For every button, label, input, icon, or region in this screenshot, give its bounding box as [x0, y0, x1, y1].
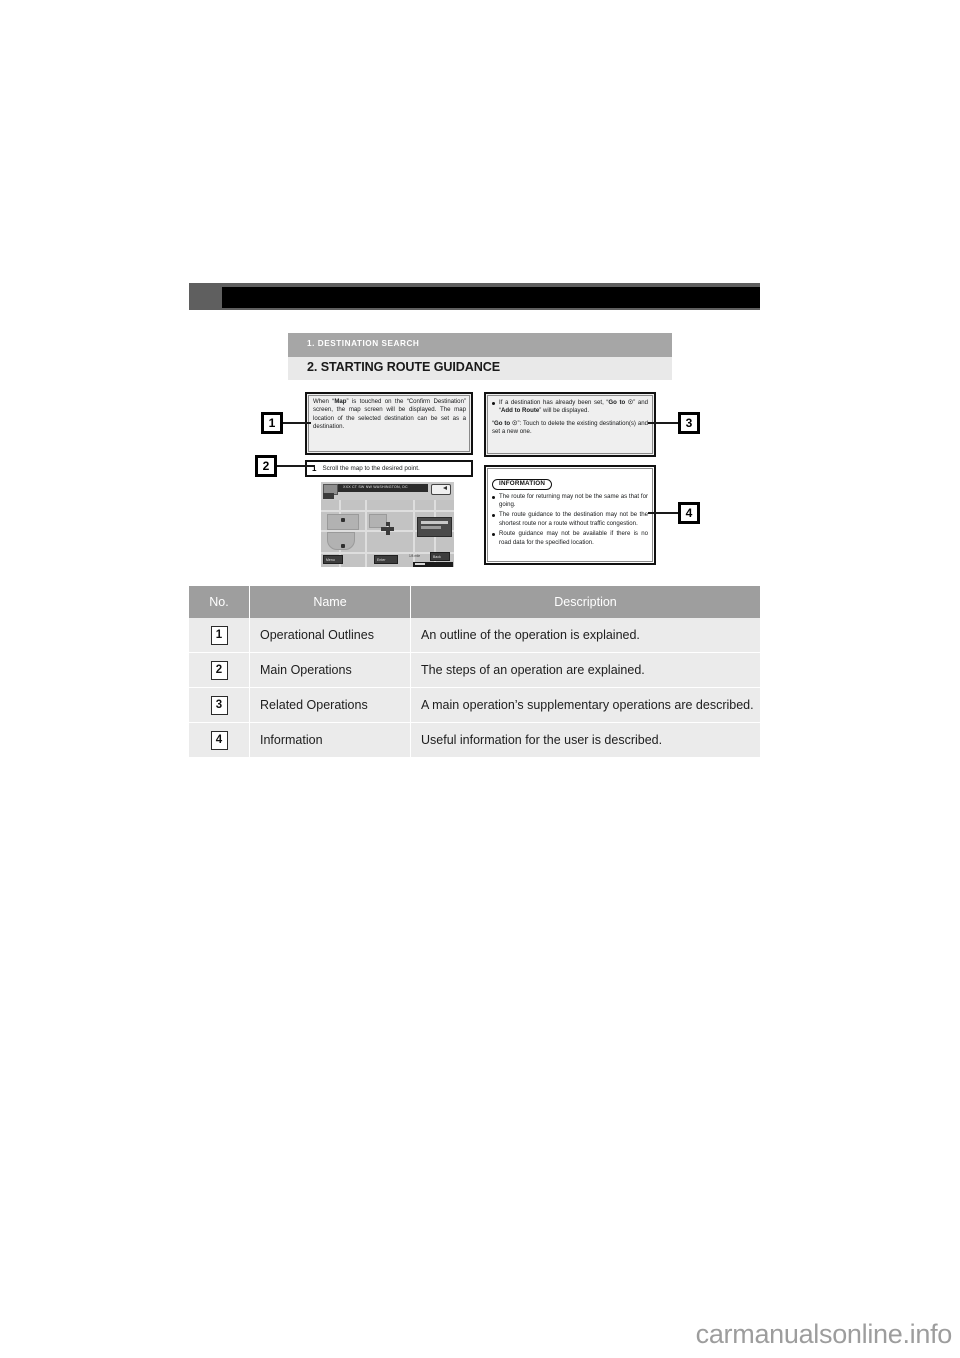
- legend-table: No. Name Description 1 Operational Outli…: [189, 586, 760, 757]
- outline-map-keyword: Map: [334, 398, 347, 405]
- site-watermark: carmanualsonline.info: [695, 1319, 953, 1349]
- bullet-dot-icon: [492, 402, 495, 405]
- legend-header-name: Name: [249, 586, 411, 618]
- page-header-bar: [189, 283, 760, 310]
- legend-row-1-description: An outline of the operation is explained…: [410, 618, 760, 653]
- information-box: INFORMATION The route for returning may …: [484, 465, 656, 565]
- map-back-button[interactable]: Back: [430, 552, 450, 561]
- map-bottom-status-bar: [413, 561, 453, 567]
- map-crosshair-cursor-icon: [381, 522, 394, 535]
- legend-table-header-row: No. Name Description: [189, 586, 760, 618]
- related-bullet-text-1: If a destination has already been set, “: [499, 399, 609, 406]
- legend-row-3-name: Related Operations: [249, 687, 411, 723]
- illustration-chapter-title: 2. STARTING ROUTE GUIDANCE: [307, 360, 501, 374]
- information-bullet-item: The route guidance to the destination ma…: [492, 511, 648, 528]
- outline-text-before: When “: [313, 398, 335, 405]
- callout-badge-2-number: 2: [257, 457, 275, 475]
- main-operation-step-label: Scroll the map to the desired point.: [322, 465, 420, 472]
- information-tag: INFORMATION: [492, 478, 553, 490]
- callout-badge-4-number: 4: [680, 504, 698, 522]
- map-road-v2: [365, 500, 367, 567]
- legend-row-3-description: A main operation’s supplementary operati…: [410, 687, 760, 723]
- related-add-to-route-label: Add to Route: [501, 407, 540, 415]
- callout-badge-3-number: 3: [680, 414, 698, 432]
- map-enter-button[interactable]: Enter: [374, 555, 398, 564]
- legend-header-description: Description: [410, 586, 760, 618]
- map-poi-2: [341, 544, 345, 548]
- information-bullet-3: Route guidance may not be available if t…: [499, 530, 648, 546]
- map-menu-tab-icon: [323, 493, 334, 499]
- table-row: 3 Related Operations A main operation’s …: [189, 687, 760, 723]
- map-canvas: Menu Enter Back 1/8 mile: [321, 500, 454, 567]
- related-operations-text: If a destination has already been set, “…: [492, 399, 648, 437]
- legend-row-1-no: 1: [189, 618, 250, 653]
- related-plain-line: “Go to ☉”: Touch to delete the existing …: [492, 420, 648, 437]
- legend-header-no: No.: [189, 586, 250, 618]
- related-bullet-text-3: ” will be displayed.: [539, 407, 590, 415]
- legend-row-2-name: Main Operations: [249, 652, 411, 688]
- legend-row-4-number-box: 4: [210, 730, 228, 750]
- table-row: 4 Information Useful information for the…: [189, 722, 760, 757]
- map-poi-1: [341, 518, 345, 522]
- map-back-arrow-icon: [443, 486, 447, 491]
- legend-row-2-no: 2: [189, 652, 250, 688]
- map-info-line-2: [421, 526, 441, 529]
- legend-row-1-name: Operational Outlines: [249, 618, 411, 653]
- bullet-dot-icon: [492, 533, 495, 537]
- illustration-breadcrumb-text: 1. DESTINATION SEARCH: [307, 339, 420, 348]
- legend-row-1-number-box: 1: [210, 625, 228, 645]
- map-title-text: XXX CT SW NW WASHINGTON, DC: [343, 484, 408, 489]
- information-bullet-item: Route guidance may not be available if t…: [492, 530, 648, 547]
- legend-row-4-no: 4: [189, 722, 250, 757]
- related-go-to-label: Go to: [608, 399, 626, 406]
- legend-row-4-description: Useful information for the user is descr…: [410, 722, 760, 757]
- map-menu-button-label: Menu: [326, 557, 335, 562]
- information-bullet-item: The route for returning may not be the s…: [492, 493, 648, 510]
- related-operations-box: If a destination has already been set, “…: [484, 392, 656, 457]
- map-screenshot-thumbnail: XXX CT SW NW WASHINGTON, DC Menu Enter B…: [321, 482, 454, 567]
- callout-leader-line-2: [277, 465, 315, 467]
- callout-badge-2: 2: [255, 455, 277, 477]
- map-info-line-1: [421, 521, 448, 524]
- legend-row-3-number-box: 3: [210, 695, 228, 715]
- information-bullet-1: The route for returning may not be the s…: [499, 492, 648, 508]
- callout-badge-4: 4: [678, 502, 700, 524]
- legend-row-4-name: Information: [249, 722, 411, 757]
- map-destination-info-card: [417, 517, 452, 537]
- callout-leader-line-4: [648, 512, 678, 514]
- bullet-dot-icon: [492, 514, 495, 518]
- illustration-body: When “Map” is touched on the “Confirm De…: [288, 380, 672, 573]
- legend-row-2-number-box: 2: [210, 660, 228, 680]
- callout-leader-line-3: [648, 422, 678, 424]
- map-menu-button[interactable]: Menu: [323, 555, 343, 564]
- map-back-button-label: Back: [433, 554, 441, 559]
- main-operation-step-row: 1 Scroll the map to the desired point.: [307, 462, 471, 475]
- map-block-1: [327, 514, 359, 530]
- table-row: 2 Main Operations The steps of an operat…: [189, 652, 760, 688]
- information-text: The route for returning may not be the s…: [492, 493, 648, 547]
- callout-badge-1-number: 1: [263, 414, 281, 432]
- bullet-dot-icon: [492, 495, 495, 499]
- operational-outline-box: When “Map” is touched on the “Confirm De…: [305, 392, 473, 455]
- callout-badge-1: 1: [261, 412, 283, 434]
- page-header-title-strip: [222, 287, 760, 308]
- illustration-panel: 1. DESTINATION SEARCH 2. STARTING ROUTE …: [288, 333, 672, 573]
- callout-leader-line-1: [283, 422, 311, 424]
- map-back-button-icon: [431, 483, 451, 495]
- legend-row-3-no: 3: [189, 687, 250, 723]
- main-operation-step-box: 1 Scroll the map to the desired point.: [305, 460, 473, 477]
- callout-badge-3: 3: [678, 412, 700, 434]
- information-bullet-2: The route guidance to the destination ma…: [499, 511, 648, 527]
- map-scale-label: 1/8 mile: [409, 554, 421, 558]
- table-row: 1 Operational Outlines An outline of the…: [189, 618, 760, 653]
- related-plain-bold: Go to: [494, 419, 511, 427]
- map-enter-button-label: Enter: [377, 557, 386, 562]
- legend-row-2-description: The steps of an operation are explained.: [410, 652, 760, 688]
- operational-outline-text: When “Map” is touched on the “Confirm De…: [313, 398, 466, 432]
- related-bullet-item: If a destination has already been set, “…: [492, 399, 648, 416]
